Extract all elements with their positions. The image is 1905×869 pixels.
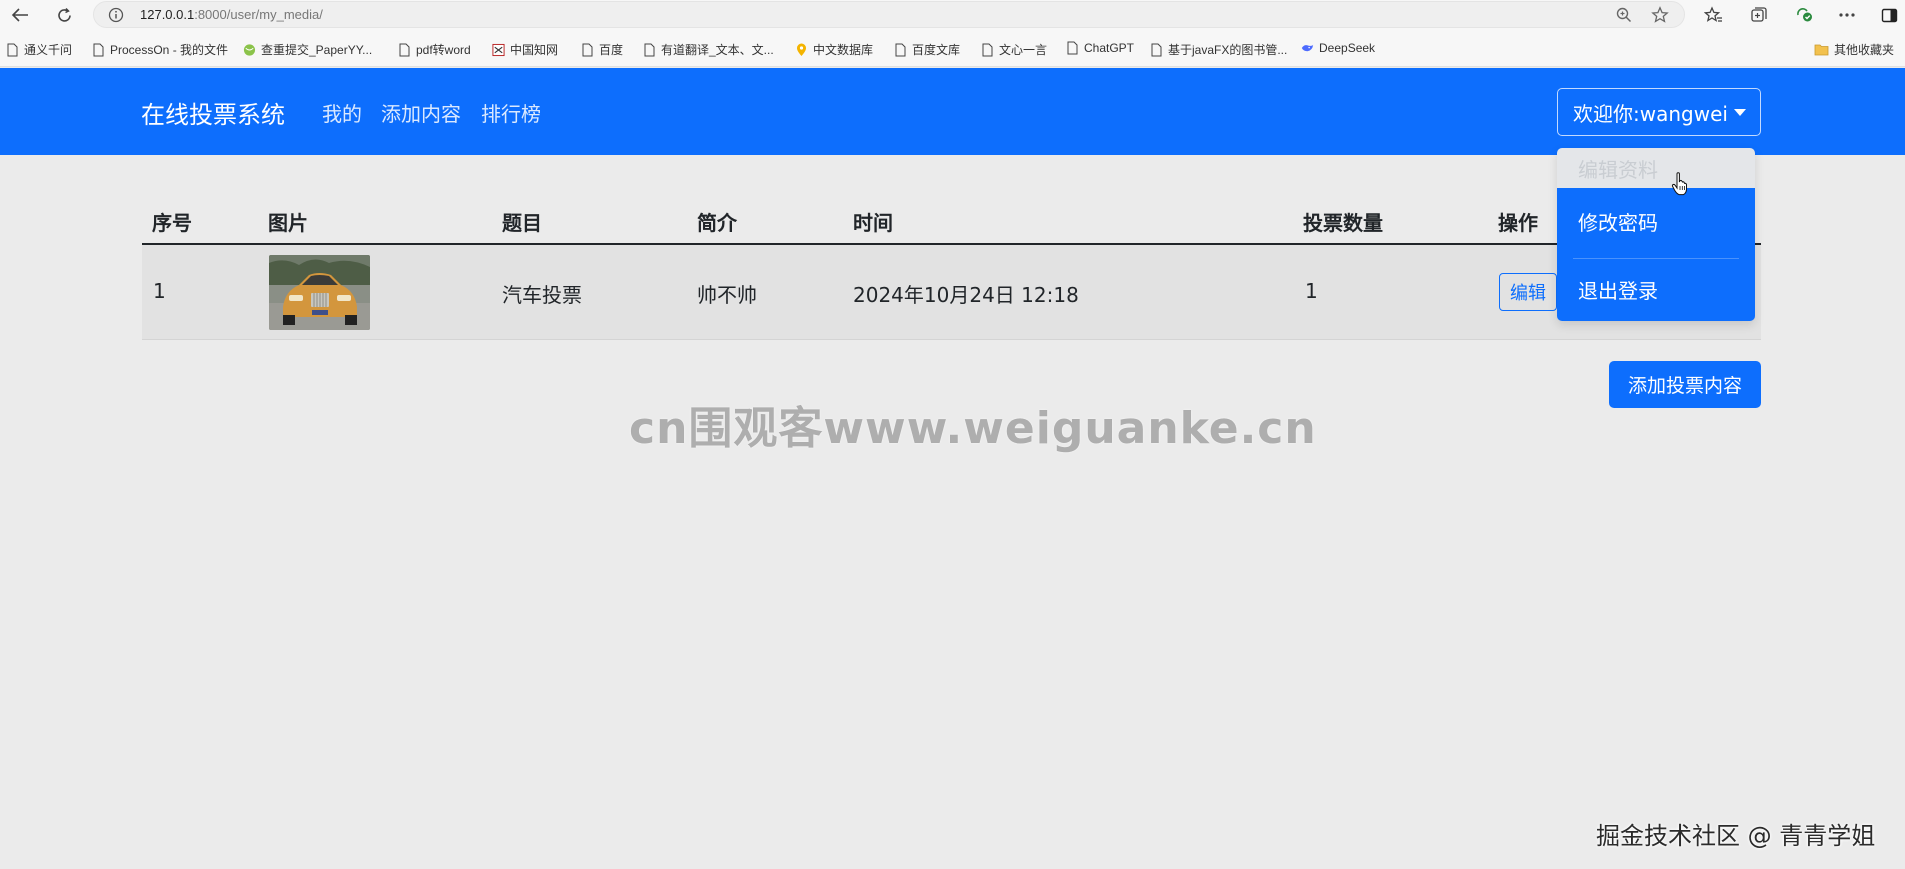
column-header: 图片 [268, 211, 308, 235]
globe-icon [243, 43, 256, 56]
row-title: 汽车投票 [502, 283, 582, 307]
bookmark-label: ProcessOn - 我的文件 [110, 43, 229, 57]
other-bookmarks-label: 其他收藏夹 [1834, 43, 1895, 57]
bookmark-label: 文心一言 [999, 43, 1048, 57]
cnki-icon [492, 43, 505, 56]
nav-link-add-content[interactable]: 添加内容 [381, 98, 461, 127]
bookmarks-bar: 通义千问 ProcessOn - 我的文件 查重提交_PaperYY... pd… [0, 30, 1905, 67]
bookmark-item[interactable]: 百度文库 [894, 41, 960, 58]
column-header: 题目 [502, 211, 542, 235]
bookmark-item[interactable]: 文心一言 [981, 41, 1047, 58]
bookmark-item[interactable]: 中文数据库 [795, 41, 873, 58]
page-icon [7, 43, 18, 56]
bookmark-item[interactable]: 百度 [581, 41, 623, 58]
bookmark-label: 有道翻译_文本、文... [661, 43, 774, 57]
collections-icon[interactable] [1747, 3, 1771, 27]
column-header: 序号 [152, 211, 192, 235]
bookmark-item[interactable]: 基于javaFX的图书管... [1150, 41, 1287, 58]
more-options-icon[interactable] [1835, 3, 1859, 27]
folder-icon [1814, 44, 1829, 56]
column-header: 时间 [853, 211, 893, 235]
bookmark-item[interactable]: DeepSeek [1301, 41, 1375, 55]
row-intro: 帅不帅 [697, 283, 757, 307]
bookmark-label: 基于javaFX的图书管... [1168, 43, 1288, 57]
favorites-icon[interactable] [1701, 3, 1725, 27]
corner-watermark: 掘金技术社区 @ 青青学姐 [1596, 822, 1876, 850]
other-bookmarks[interactable]: 其他收藏夹 [1814, 41, 1894, 58]
bookmark-label: 百度 [599, 43, 624, 57]
user-menu-button[interactable]: 欢迎你:wangwei [1557, 88, 1761, 136]
location-icon [797, 43, 806, 56]
column-header: 简介 [697, 211, 737, 235]
bookmark-label: pdf转word [416, 43, 471, 57]
bookmark-label: DeepSeek [1319, 41, 1376, 55]
nav-link-mine[interactable]: 我的 [322, 98, 362, 127]
page-icon [644, 43, 655, 56]
user-menu-label: 欢迎你:wangwei [1573, 101, 1728, 126]
url-text: 127.0.0.1:8000/user/my_media/ [140, 7, 323, 22]
nav-link-ranking[interactable]: 排行榜 [481, 98, 541, 127]
deepseek-icon [1301, 44, 1314, 52]
favorite-star-icon[interactable] [1651, 6, 1669, 28]
dropdown-item-change-password[interactable]: 修改密码 [1557, 190, 1755, 252]
sidebar-toggle-icon[interactable] [1877, 3, 1901, 27]
bookmark-label: 中文数据库 [813, 43, 874, 57]
row-index: 1 [153, 279, 166, 303]
zoom-icon[interactable] [1615, 6, 1633, 28]
reload-icon[interactable] [52, 3, 76, 27]
page-icon [399, 43, 410, 56]
hand-pointer-icon [1671, 172, 1689, 200]
edit-button[interactable]: 编辑 [1499, 273, 1557, 311]
bookmark-label: ChatGPT [1084, 41, 1135, 55]
site-info-icon[interactable] [108, 7, 124, 27]
center-watermark: cn围观客www.weiguanke.cn [629, 403, 1317, 454]
back-arrow-icon[interactable] [8, 3, 32, 27]
page-icon [93, 43, 104, 56]
bookmark-label: 查重提交_PaperYY... [261, 43, 373, 57]
dropdown-item-logout[interactable]: 退出登录 [1557, 260, 1755, 318]
browser-toolbar: 127.0.0.1:8000/user/my_media/ [0, 0, 1905, 30]
add-vote-content-button[interactable]: 添加投票内容 [1609, 361, 1761, 408]
row-votes: 1 [1305, 279, 1318, 303]
page-icon [1067, 41, 1078, 55]
column-header: 投票数量 [1303, 211, 1383, 235]
bookmark-label: 百度文库 [912, 43, 961, 57]
brand-title[interactable]: 在线投票系统 [141, 95, 285, 130]
bookmark-item[interactable]: ProcessOn - 我的文件 [92, 41, 228, 58]
page-icon [982, 43, 993, 56]
dropdown-item-edit-profile[interactable]: 编辑资料 [1557, 148, 1755, 188]
bookmark-item[interactable]: 查重提交_PaperYY... [243, 41, 372, 58]
car-photo-thumbnail [269, 255, 370, 330]
app-navbar: 在线投票系统 我的 添加内容 排行榜 欢迎你:wangwei [0, 68, 1905, 155]
bookmark-item[interactable]: pdf转word [398, 41, 471, 58]
table-row: 1 汽车投票 帅不帅 2024年10月24日 12:18 1 编辑 [142, 245, 1761, 340]
bookmark-item[interactable]: ChatGPT [1066, 41, 1134, 55]
extension-icon[interactable] [1792, 3, 1816, 27]
row-time: 2024年10月24日 12:18 [853, 283, 1079, 307]
bookmark-label: 中国知网 [510, 43, 559, 57]
user-dropdown-menu: 编辑资料 修改密码 退出登录 [1557, 148, 1755, 321]
bookmark-label: 通义千问 [24, 43, 73, 57]
bookmark-item[interactable]: 有道翻译_文本、文... [643, 41, 774, 58]
caret-down-icon [1734, 109, 1746, 116]
page-icon [582, 43, 593, 56]
address-bar[interactable]: 127.0.0.1:8000/user/my_media/ [93, 1, 1685, 28]
bookmark-item[interactable]: 中国知网 [492, 41, 558, 58]
page-icon [895, 43, 906, 56]
dropdown-divider [1573, 258, 1739, 259]
bookmark-item[interactable]: 通义千问 [6, 41, 72, 58]
column-header: 操作 [1498, 211, 1538, 235]
page-icon [1151, 43, 1162, 56]
